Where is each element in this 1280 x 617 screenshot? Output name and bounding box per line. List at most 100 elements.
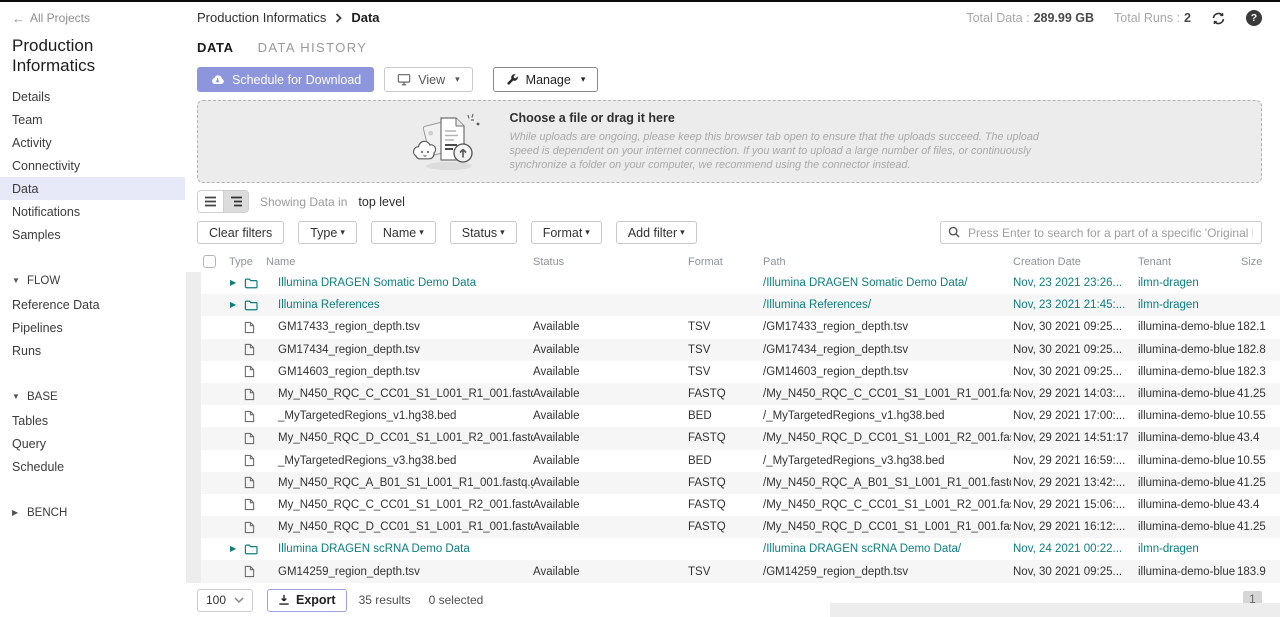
- row-name[interactable]: My_N450_RQC_A_B01_S1_L001_R1_001.fastq.g…: [266, 477, 533, 489]
- sidebar-item-team[interactable]: Team: [12, 108, 177, 131]
- file-upload-dropzone[interactable]: Choose a file or drag it here While uplo…: [197, 100, 1262, 183]
- table-row[interactable]: ▶ My_N450_RQC_C_CC01_S1_L001_R1_001.fast…: [186, 383, 1280, 405]
- name-filter-dropdown[interactable]: Name▾: [371, 221, 436, 244]
- row-path: /My_N450_RQC_D_CC01_S1_L001_R1_001.fastq…: [761, 521, 1011, 533]
- table-row[interactable]: ▶ GM17433_region_depth.tsv Available TSV…: [186, 316, 1280, 338]
- row-name[interactable]: My_N450_RQC_C_CC01_S1_L001_R2_001.fastq.…: [266, 499, 533, 511]
- clear-filters-button[interactable]: Clear filters: [197, 221, 284, 244]
- search-input[interactable]: [940, 221, 1262, 244]
- table-row[interactable]: ▶ GM17434_region_depth.tsv Available TSV…: [186, 339, 1280, 361]
- sidebar-item-query[interactable]: Query: [12, 432, 177, 455]
- row-type-cell: ▶: [227, 277, 266, 289]
- type-filter-dropdown[interactable]: Type▾: [298, 221, 357, 244]
- tree-list-view-button[interactable]: [223, 191, 248, 212]
- file-icon: [244, 343, 255, 356]
- row-name[interactable]: GM14603_region_depth.tsv: [266, 366, 533, 378]
- format-filter-dropdown[interactable]: Format▾: [531, 221, 602, 244]
- export-button[interactable]: Export: [267, 589, 347, 612]
- row-name[interactable]: Illumina References: [266, 299, 533, 311]
- view-dropdown-button[interactable]: View ▾: [384, 67, 472, 92]
- table-row[interactable]: ▶ GM14259_region_depth.tsv Available TSV…: [186, 560, 1280, 582]
- row-path: /GM14603_region_depth.tsv: [761, 366, 1011, 378]
- search-icon: [948, 226, 960, 241]
- sidebar-item-runs[interactable]: Runs: [12, 339, 177, 362]
- row-size: 182.8: [1235, 344, 1280, 356]
- sidebar-item-details[interactable]: Details: [12, 85, 177, 108]
- help-icon[interactable]: ?: [1246, 10, 1262, 26]
- column-header-name[interactable]: Name: [266, 256, 533, 268]
- caret-down-icon: ▾: [340, 227, 345, 238]
- row-status: Available: [533, 566, 688, 578]
- header-stats: Total Data :289.99 GB Total Runs :2 ?: [966, 10, 1262, 26]
- caret-down-icon: ▼: [12, 276, 20, 285]
- sidebar-item-samples[interactable]: Samples: [12, 223, 177, 246]
- column-header-path[interactable]: Path: [761, 256, 1011, 268]
- sidebar-item-tables[interactable]: Tables: [12, 409, 177, 432]
- row-name[interactable]: GM17433_region_depth.tsv: [266, 321, 533, 333]
- flat-list-view-button[interactable]: [198, 191, 223, 212]
- row-type-cell: ▶: [227, 454, 266, 467]
- row-name[interactable]: GM14259_region_depth.tsv: [266, 566, 533, 578]
- column-header-size[interactable]: Size: [1235, 256, 1280, 268]
- table-row[interactable]: ▶ Illumina References /Illumina Referenc…: [186, 294, 1280, 316]
- horizontal-scrollbar-track[interactable]: [830, 603, 1280, 617]
- row-status: Available: [533, 344, 688, 356]
- table-row[interactable]: ▶ My_N450_RQC_D_CC01_S1_L001_R2_001.fast…: [186, 427, 1280, 449]
- refresh-icon[interactable]: [1211, 11, 1226, 26]
- table-row[interactable]: ▶ Illumina DRAGEN scRNA Demo Data /Illum…: [186, 538, 1280, 560]
- row-name[interactable]: My_N450_RQC_D_CC01_S1_L001_R2_001.fastq.…: [266, 432, 533, 444]
- row-name[interactable]: Illumina DRAGEN Somatic Demo Data: [266, 277, 533, 289]
- row-status: Available: [533, 366, 688, 378]
- column-header-creation-date[interactable]: Creation Date: [1011, 256, 1135, 268]
- row-gutter: [186, 361, 201, 383]
- row-name[interactable]: GM17434_region_depth.tsv: [266, 344, 533, 356]
- row-creation-date: Nov, 24 2021 00:22...: [1011, 543, 1135, 555]
- row-name[interactable]: Illumina DRAGEN scRNA Demo Data: [266, 543, 533, 555]
- add-filter-dropdown[interactable]: Add filter▾: [616, 221, 697, 244]
- expand-arrow-icon[interactable]: ▶: [230, 301, 239, 309]
- manage-dropdown-button[interactable]: Manage ▾: [493, 67, 599, 92]
- breadcrumb-project[interactable]: Production Informatics: [197, 10, 326, 25]
- expand-arrow-icon[interactable]: ▶: [230, 545, 239, 553]
- table-row[interactable]: ▶ _MyTargetedRegions_v1.hg38.bed Availab…: [186, 405, 1280, 427]
- row-gutter: [186, 472, 201, 494]
- row-name[interactable]: My_N450_RQC_D_CC01_S1_L001_R1_001.fastq.…: [266, 521, 533, 533]
- table-row[interactable]: ▶ My_N450_RQC_C_CC01_S1_L001_R2_001.fast…: [186, 494, 1280, 516]
- tab-data-history[interactable]: DATA HISTORY: [258, 40, 368, 55]
- select-all-checkbox[interactable]: [203, 255, 216, 268]
- flow-section-header[interactable]: ▼ FLOW: [12, 270, 177, 291]
- column-header-type[interactable]: Type: [227, 256, 266, 268]
- sidebar: ← All Projects Production Informatics De…: [0, 2, 185, 617]
- column-header-tenant[interactable]: Tenant: [1135, 256, 1235, 268]
- all-projects-back-link[interactable]: ← All Projects: [12, 11, 177, 25]
- sidebar-item-notifications[interactable]: Notifications: [12, 200, 177, 223]
- bench-section-header[interactable]: ▶ BENCH: [12, 502, 177, 523]
- chevron-right-icon: [335, 13, 342, 23]
- file-icon: [244, 565, 255, 578]
- row-tenant: illumina-demo-blue: [1135, 455, 1235, 467]
- sidebar-item-data[interactable]: Data: [0, 177, 185, 200]
- sidebar-item-activity[interactable]: Activity: [12, 131, 177, 154]
- page-size-select[interactable]: 100: [197, 589, 253, 612]
- base-section-header[interactable]: ▼ BASE: [12, 386, 177, 407]
- sidebar-item-connectivity[interactable]: Connectivity: [12, 154, 177, 177]
- table-row[interactable]: ▶ My_N450_RQC_D_CC01_S1_L001_R1_001.fast…: [186, 516, 1280, 538]
- table-row[interactable]: ▶ _MyTargetedRegions_v3.hg38.bed Availab…: [186, 450, 1280, 472]
- expand-arrow-icon[interactable]: ▶: [230, 279, 239, 287]
- row-gutter: [186, 272, 201, 294]
- tab-data[interactable]: DATA: [197, 40, 234, 55]
- bench-section-label: BENCH: [27, 507, 67, 519]
- table-row[interactable]: ▶ GM14603_region_depth.tsv Available TSV…: [186, 361, 1280, 383]
- sidebar-item-pipelines[interactable]: Pipelines: [12, 316, 177, 339]
- column-header-status[interactable]: Status: [533, 256, 688, 268]
- row-name[interactable]: My_N450_RQC_C_CC01_S1_L001_R1_001.fastq.…: [266, 388, 533, 400]
- sidebar-item-schedule[interactable]: Schedule: [12, 455, 177, 478]
- schedule-for-download-button[interactable]: Schedule for Download: [197, 67, 374, 92]
- table-row[interactable]: ▶ My_N450_RQC_A_B01_S1_L001_R1_001.fastq…: [186, 472, 1280, 494]
- status-filter-dropdown[interactable]: Status▾: [450, 221, 517, 244]
- table-row[interactable]: ▶ Illumina DRAGEN Somatic Demo Data /Ill…: [186, 272, 1280, 294]
- row-name[interactable]: _MyTargetedRegions_v3.hg38.bed: [266, 455, 533, 467]
- column-header-format[interactable]: Format: [688, 256, 761, 268]
- row-name[interactable]: _MyTargetedRegions_v1.hg38.bed: [266, 410, 533, 422]
- sidebar-item-reference-data[interactable]: Reference Data: [12, 293, 177, 316]
